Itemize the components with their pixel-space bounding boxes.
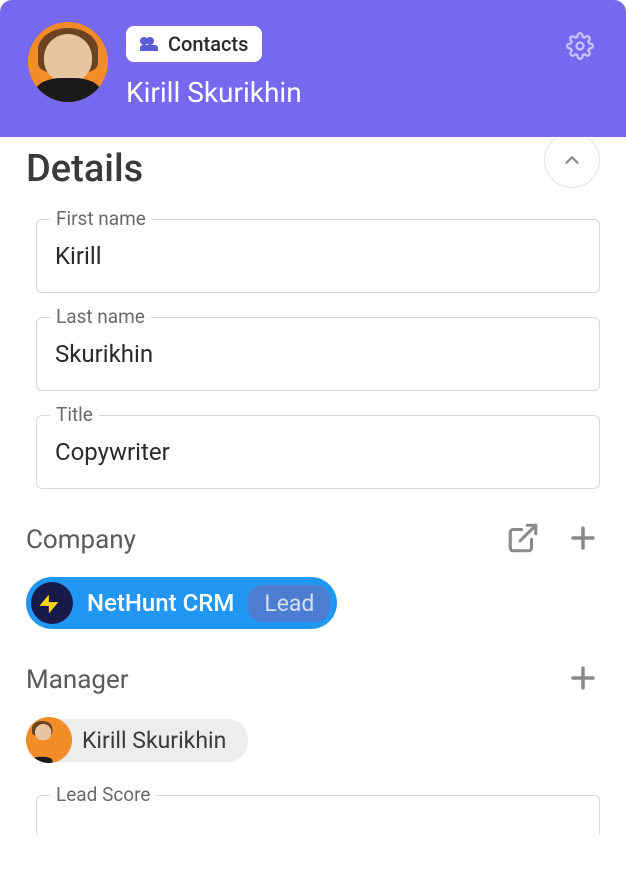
plus-icon [566,661,600,695]
settings-button[interactable] [566,32,594,60]
collapse-button[interactable] [544,132,600,188]
folder-badge[interactable]: Contacts [126,26,262,62]
last-name-label: Last name [50,305,151,328]
add-company-button[interactable] [566,521,600,559]
title-field: Title [36,415,600,489]
gear-icon [566,32,594,60]
contact-name-title: Kirill Skurikhin [126,76,598,109]
chevron-up-icon [561,149,583,171]
manager-name: Kirill Skurikhin [50,719,248,762]
plus-icon [566,521,600,555]
details-panel: Details First name Last name Title Compa… [0,137,626,855]
title-label: Title [50,403,99,426]
last-name-field: Last name [36,317,600,391]
lead-score-label: Lead Score [50,783,156,806]
manager-avatar [26,717,72,763]
manager-section-label: Manager [26,665,129,695]
title-input[interactable] [36,415,600,489]
open-company-button[interactable] [506,521,540,559]
last-name-input[interactable] [36,317,600,391]
company-chip[interactable]: NetHunt CRM Lead [26,577,337,629]
section-title: Details [26,147,143,191]
company-section-label: Company [26,525,136,555]
add-manager-button[interactable] [566,661,600,699]
lead-score-field: Lead Score [36,795,600,835]
company-status-badge: Lead [248,585,330,622]
company-logo [31,582,73,624]
contacts-icon [140,37,160,51]
contact-header: Contacts Kirill Skurikhin [0,0,626,137]
first-name-field: First name [36,219,600,293]
badge-label: Contacts [168,32,248,56]
external-link-icon [506,521,540,555]
first-name-input[interactable] [36,219,600,293]
contact-avatar[interactable] [28,22,108,102]
first-name-label: First name [50,207,152,230]
company-name: NetHunt CRM [87,589,234,617]
manager-chip[interactable]: Kirill Skurikhin [26,717,248,763]
